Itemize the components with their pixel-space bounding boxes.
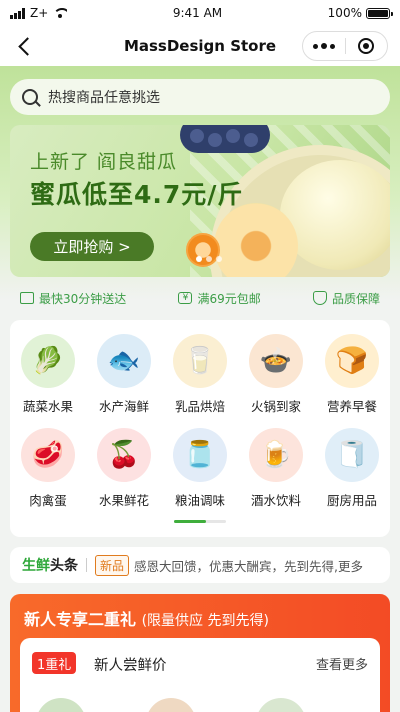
meat-icon: 🥩 (21, 428, 75, 482)
promo-title-main: 新人专享二重礼 (24, 610, 137, 629)
category-grid-card: 🥬 蔬菜水果 🐟 水产海鲜 🥛 乳品烘焙 🍲 火锅到家 🍞 营养早餐 🥩 肉禽蛋… (10, 320, 390, 537)
category-dairy[interactable]: 🥛 乳品烘焙 (162, 334, 238, 415)
category-meat[interactable]: 🥩 肉禽蛋 (10, 428, 86, 509)
category-label: 蔬菜水果 (22, 399, 73, 414)
category-kitchen[interactable]: 🧻 厨房用品 (314, 428, 390, 509)
category-vegetables[interactable]: 🥬 蔬菜水果 (10, 334, 86, 415)
category-label: 酒水饮料 (250, 493, 301, 508)
wifi-icon (53, 8, 68, 18)
offer-thumbnails (36, 698, 306, 712)
fruit-icon: 🍒 (97, 428, 151, 482)
buy-now-button[interactable]: 立即抢购 > (30, 232, 154, 261)
status-right: 100% (327, 6, 393, 20)
blueberries-image (180, 125, 270, 153)
category-grain-oil[interactable]: 🫙 粮油调味 (162, 428, 238, 509)
close-mini-program-button[interactable] (345, 32, 387, 60)
status-bar: Z+ 9:41 AM 100% (0, 0, 400, 26)
banner-pagination (196, 256, 222, 262)
service-features: 最快30分钟送达 ¥ 满69元包邮 品质保障 (10, 288, 390, 308)
dairy-icon: 🥛 (173, 334, 227, 388)
category-hotpot[interactable]: 🍲 火锅到家 (238, 334, 314, 415)
category-label: 火锅到家 (250, 399, 301, 414)
feature-delivery: 最快30分钟送达 (20, 290, 126, 307)
category-label: 肉禽蛋 (29, 493, 67, 508)
category-label: 水产海鲜 (98, 399, 149, 414)
category-label: 粮油调味 (174, 493, 225, 508)
search-input[interactable]: 热搜商品任意挑选 (10, 79, 390, 115)
breakfast-icon: 🍞 (325, 334, 379, 388)
view-more-link[interactable]: 查看更多 (316, 654, 368, 673)
category-grid: 🥬 蔬菜水果 🐟 水产海鲜 🥛 乳品烘焙 🍲 火锅到家 🍞 营养早餐 🥩 肉禽蛋… (10, 334, 390, 509)
seafood-icon: 🐟 (97, 334, 151, 388)
category-seafood[interactable]: 🐟 水产海鲜 (86, 334, 162, 415)
category-label: 乳品烘焙 (174, 399, 225, 414)
search-icon (22, 89, 38, 105)
ticker-brand-fresh: 生鲜 (22, 558, 50, 574)
banner-subtitle: 上新了 阎良甜瓜 (30, 151, 178, 173)
feature-label: 满69元包邮 (197, 291, 261, 306)
category-label: 营养早餐 (326, 399, 377, 414)
feature-free-shipping: ¥ 满69元包邮 (178, 290, 261, 307)
ticker-text: 感恩大回馈，优惠大酬宾，先到先得,更多 (134, 558, 363, 574)
status-left: Z+ (10, 6, 68, 20)
search-placeholder: 热搜商品任意挑选 (48, 90, 160, 106)
target-icon (358, 38, 375, 54)
product-image[interactable] (256, 698, 306, 712)
mini-program-capsule (302, 31, 388, 61)
category-fruit-flowers[interactable]: 🍒 水果鲜花 (86, 428, 162, 509)
promo-title: 新人专享二重礼 (限量供应 先到先得) (24, 606, 269, 630)
category-label: 水果鲜花 (98, 493, 149, 508)
offer-title: 新人尝鲜价 (94, 658, 167, 674)
promo-banner[interactable]: 上新了 阎良甜瓜 蜜瓜低至4.7元/斤 立即抢购 > (10, 125, 390, 277)
category-scroll-indicator (174, 520, 226, 523)
nav-bar: MassDesign Store (0, 26, 400, 66)
kitchen-icon: 🧻 (325, 428, 379, 482)
product-image[interactable] (36, 698, 86, 712)
battery-icon (365, 7, 393, 19)
news-ticker[interactable]: 生鲜 头条 新品 感恩大回馈，优惠大酬宾，先到先得,更多 (10, 547, 390, 583)
ticker-brand-headline: 头条 (50, 558, 78, 574)
carrier-label: Z+ (30, 6, 49, 20)
back-button[interactable] (12, 34, 36, 58)
feature-label: 品质保障 (331, 291, 380, 306)
feature-quality: 品质保障 (312, 290, 380, 307)
category-breakfast[interactable]: 🍞 营养早餐 (314, 334, 390, 415)
signal-icon (10, 7, 25, 19)
vegetables-icon: 🥬 (21, 334, 75, 388)
battery-percent: 100% (327, 6, 362, 20)
shield-icon (312, 291, 327, 305)
product-image[interactable] (146, 698, 196, 712)
status-time: 9:41 AM (172, 6, 223, 20)
hotpot-icon: 🍲 (249, 334, 303, 388)
new-user-promo: 新人专享二重礼 (限量供应 先到先得) 1重礼 新人尝鲜价 查看更多 (10, 594, 390, 712)
promo-offer-card[interactable]: 1重礼 新人尝鲜价 查看更多 (20, 638, 380, 712)
delivery-icon (20, 292, 34, 304)
drinks-icon: 🍺 (249, 428, 303, 482)
feature-label: 最快30分钟送达 (39, 291, 127, 306)
banner-title: 蜜瓜低至4.7元/斤 (30, 180, 244, 209)
coupon-icon: ¥ (178, 292, 193, 304)
more-options-button[interactable] (303, 32, 345, 60)
new-badge: 新品 (95, 554, 130, 576)
page-title: MassDesign Store (123, 37, 277, 55)
category-drinks[interactable]: 🍺 酒水饮料 (238, 428, 314, 509)
gift-badge: 1重礼 (32, 652, 77, 674)
category-label: 厨房用品 (326, 493, 377, 508)
ticker-divider (86, 558, 87, 572)
oil-icon: 🫙 (173, 428, 227, 482)
promo-subtitle: (限量供应 先到先得) (141, 613, 269, 629)
